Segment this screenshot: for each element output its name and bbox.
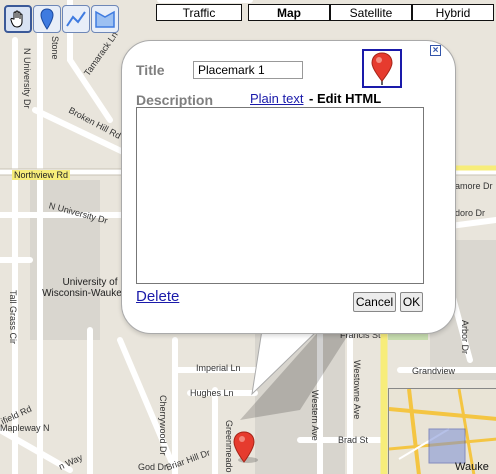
map-placemark-marker (233, 431, 258, 463)
delete-link[interactable]: Delete (136, 288, 179, 305)
street-western: Western Ave (310, 390, 320, 441)
street-god: God Dr (138, 462, 168, 472)
description-label: Description (136, 92, 214, 108)
red-placemark-icon (371, 52, 393, 85)
description-textarea[interactable] (136, 107, 424, 284)
street-cherrywood: Cherrywood Dr (158, 395, 168, 456)
title-input[interactable] (193, 61, 303, 79)
cancel-button[interactable]: Cancel (353, 292, 396, 312)
marker-icon-picker[interactable] (362, 49, 402, 88)
street-arbor: Arbor Dr (460, 320, 470, 355)
street-stone: Stone (50, 36, 60, 60)
street-northview: Northview Rd (12, 170, 71, 180)
close-icon[interactable]: × (430, 45, 441, 56)
edit-html-label: - Edit HTML (309, 91, 382, 106)
title-label: Title (136, 62, 165, 78)
placemark-icon (40, 8, 54, 30)
street-n-university: N University Dr (22, 48, 32, 109)
street-mapleway: Mapleway N (0, 423, 50, 433)
hand-tool-button[interactable] (4, 5, 32, 33)
map-type-map-button[interactable]: Map (248, 4, 330, 21)
map-type-hybrid-button[interactable]: Hybrid (412, 4, 494, 21)
street-imperial: Imperial Ln (196, 363, 241, 373)
line-icon (66, 11, 86, 27)
street-green-meadow: Greenmeado (224, 420, 234, 473)
line-tool-button[interactable] (62, 5, 90, 33)
street-westowne: Westowne Ave (352, 360, 362, 420)
street-brad: Brad St (338, 435, 369, 445)
overview-viewport (428, 428, 466, 464)
street-tall-grass: Tall Grass Cir (8, 290, 18, 345)
ok-button[interactable]: OK (400, 292, 423, 312)
plain-text-link[interactable]: Plain text (250, 91, 303, 106)
street-pedoro: doro Dr (455, 208, 486, 218)
overview-map[interactable]: Wauke (388, 388, 496, 474)
overview-waukesha: Wauke (455, 461, 489, 473)
traffic-button[interactable]: Traffic (156, 4, 242, 21)
shape-icon (95, 10, 115, 28)
shape-tool-button[interactable] (91, 5, 119, 33)
street-amore: amore Dr (455, 181, 493, 191)
street-hughes: Hughes Ln (190, 388, 234, 398)
hand-icon (10, 10, 23, 28)
map-type-satellite-button[interactable]: Satellite (330, 4, 412, 21)
placemark-tool-button[interactable] (33, 5, 61, 33)
street-grandview: Grandview (412, 366, 456, 376)
